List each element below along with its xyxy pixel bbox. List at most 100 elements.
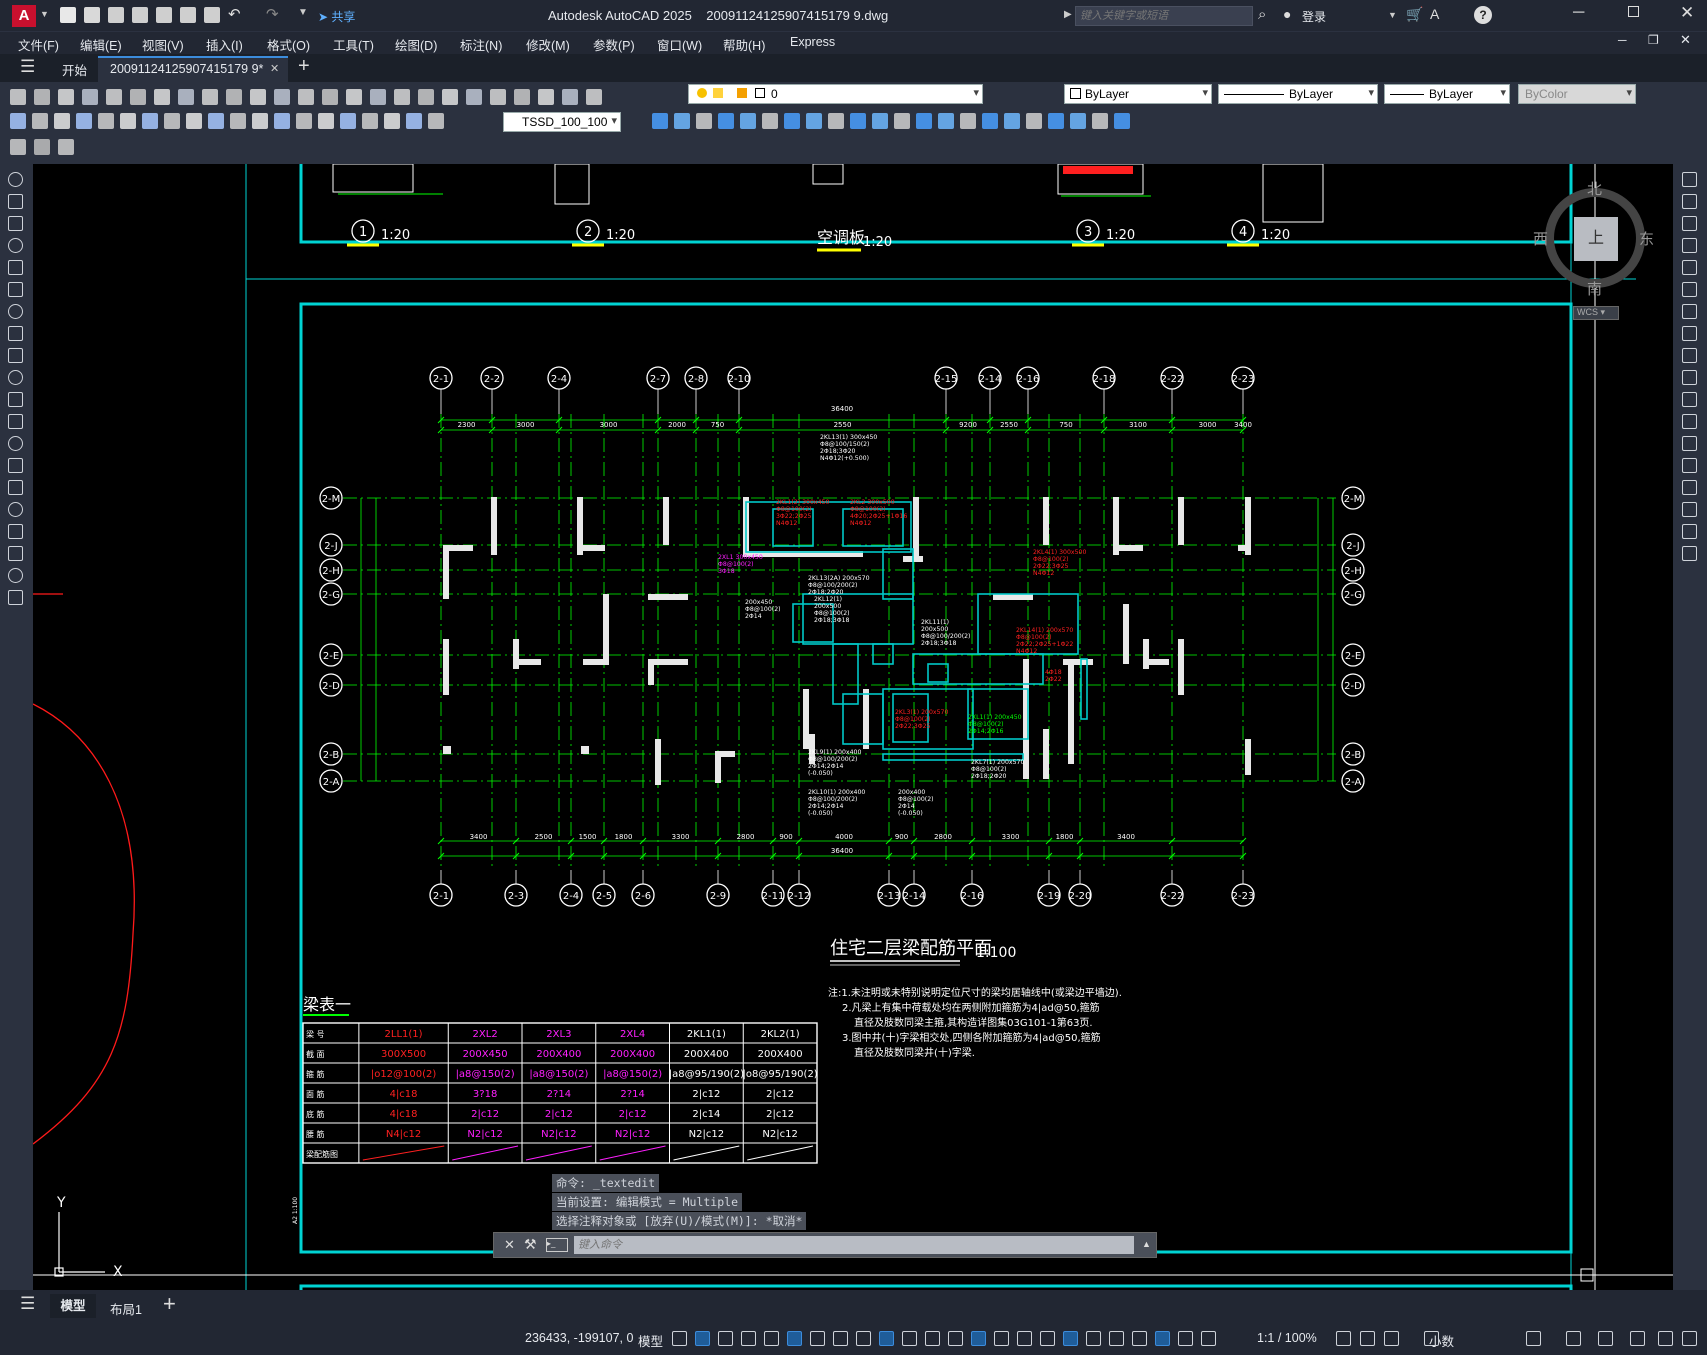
draw-tool-9-icon[interactable] [8, 370, 23, 385]
modify-tool-10-icon[interactable] [1682, 392, 1697, 407]
customize-qat-icon[interactable]: ▼ [298, 7, 308, 18]
hamburger-menu-icon[interactable]: ☰ [20, 1294, 35, 1314]
drawing-canvas[interactable]: 1 1:20 2 1:20 空调板 1:20 3 1:20 4 1:20 2KL1(2) 300x… [33, 164, 1673, 1290]
draw-tool-7-icon[interactable] [8, 326, 23, 341]
row3tb-tool-3-icon[interactable] [718, 113, 734, 129]
plotstyle-dropdown[interactable]: ByColor ▾ [1518, 84, 1636, 104]
minimize-icon[interactable]: ─ [1573, 4, 1584, 22]
doc-minimize-icon[interactable]: ─ [1618, 33, 1627, 47]
row2tb-tool-10-icon[interactable] [230, 113, 246, 129]
row2tb-tool-1-icon[interactable] [32, 113, 48, 129]
modify-tool-17-icon[interactable] [1682, 546, 1697, 561]
status-toggle-9-icon[interactable] [879, 1331, 894, 1346]
row2tb-tool-6-icon[interactable] [142, 113, 158, 129]
menu-insert[interactable]: 插入(I) [206, 35, 243, 54]
row3tb-tool-10-icon[interactable] [872, 113, 888, 129]
stdtb-tool-7-icon[interactable] [178, 89, 194, 105]
draw-tool-12-icon[interactable] [8, 436, 23, 451]
modify-tool-11-icon[interactable] [1682, 414, 1697, 429]
draw-tool-0-icon[interactable] [8, 172, 23, 187]
stdtb-tool-17-icon[interactable] [418, 89, 434, 105]
status-right-9-icon[interactable] [1682, 1331, 1697, 1346]
linetype-dropdown[interactable]: ByLayer ▾ [1218, 84, 1378, 104]
status-right-7-icon[interactable] [1630, 1331, 1645, 1346]
command-input[interactable] [574, 1236, 1134, 1254]
row2tb-tool-12-icon[interactable] [274, 113, 290, 129]
annotation-scale[interactable]: 1:1 / 100% [1257, 1331, 1317, 1345]
tab-model[interactable]: 模型 [50, 1294, 96, 1318]
status-toggle-4-icon[interactable] [764, 1331, 779, 1346]
draw-tool-11-icon[interactable] [8, 414, 23, 429]
status-right-6-icon[interactable] [1598, 1331, 1613, 1346]
status-toggle-2-icon[interactable] [718, 1331, 733, 1346]
draw-tool-8-icon[interactable] [8, 348, 23, 363]
stdtb-tool-14-icon[interactable] [346, 89, 362, 105]
doc-close-icon[interactable]: ✕ [1680, 32, 1691, 48]
tab-layout1[interactable]: 布局1 [110, 1299, 142, 1318]
modify-tool-9-icon[interactable] [1682, 370, 1697, 385]
row3tb-tool-17-icon[interactable] [1026, 113, 1042, 129]
row3tb-tool-19-icon[interactable] [1070, 113, 1086, 129]
viewcube-north[interactable]: 北 [1587, 178, 1602, 199]
draw-tool-17-icon[interactable] [8, 546, 23, 561]
row3tb-tool-2-icon[interactable] [696, 113, 712, 129]
status-toggle-21-icon[interactable] [1155, 1331, 1170, 1346]
model-space-toggle[interactable]: 模型 [638, 1331, 663, 1350]
row3tb-tool-4-icon[interactable] [740, 113, 756, 129]
stdtb-tool-12-icon[interactable] [298, 89, 314, 105]
dimstyle-dropdown[interactable]: TSSD_100_100 ▾ [503, 112, 621, 132]
stdtb-tool-19-icon[interactable] [466, 89, 482, 105]
stdtb-tool-15-icon[interactable] [370, 89, 386, 105]
stdtb-tool-9-icon[interactable] [226, 89, 242, 105]
chevron-down-icon[interactable]: ▼ [1388, 10, 1397, 20]
menu-dimension[interactable]: 标注(N) [460, 35, 502, 54]
status-toggle-20-icon[interactable] [1132, 1331, 1147, 1346]
cart-icon[interactable]: 🛒 [1406, 6, 1423, 23]
row3tb-tool-0-icon[interactable] [652, 113, 668, 129]
row4tb-tool-2-icon[interactable] [58, 139, 74, 155]
row3tb-tool-11-icon[interactable] [894, 113, 910, 129]
new-tab-icon[interactable]: + [298, 55, 310, 78]
command-history-toggle-icon[interactable]: ▲ [1142, 1239, 1151, 1249]
draw-tool-16-icon[interactable] [8, 524, 23, 539]
status-right-4-icon[interactable] [1526, 1331, 1541, 1346]
status-toggle-11-icon[interactable] [925, 1331, 940, 1346]
status-toggle-14-icon[interactable] [994, 1331, 1009, 1346]
draw-tool-2-icon[interactable] [8, 216, 23, 231]
viewcube-top-face[interactable]: 上 [1574, 217, 1618, 261]
tab-start[interactable]: 开始 [62, 60, 87, 79]
row4tb-tool-0-icon[interactable] [10, 139, 26, 155]
draw-tool-14-icon[interactable] [8, 480, 23, 495]
stdtb-tool-2-icon[interactable] [58, 89, 74, 105]
plot-icon[interactable] [180, 7, 196, 23]
command-prompt-icon[interactable]: ▸_ [546, 1238, 568, 1252]
status-toggle-12-icon[interactable] [948, 1331, 963, 1346]
stdtb-tool-23-icon[interactable] [562, 89, 578, 105]
status-right-0-icon[interactable] [1336, 1331, 1351, 1346]
row3tb-tool-8-icon[interactable] [828, 113, 844, 129]
row2tb-tool-9-icon[interactable] [208, 113, 224, 129]
stdtb-tool-5-icon[interactable] [130, 89, 146, 105]
menu-format[interactable]: 格式(O) [267, 35, 310, 54]
stdtb-tool-20-icon[interactable] [490, 89, 506, 105]
new-file-icon[interactable] [60, 7, 76, 23]
viewcube[interactable]: 上 北 南 西 东 WCS ▾ [1533, 176, 1657, 326]
row2tb-tool-13-icon[interactable] [296, 113, 312, 129]
modify-tool-5-icon[interactable] [1682, 282, 1697, 297]
status-toggle-16-icon[interactable] [1040, 1331, 1055, 1346]
row2tb-tool-5-icon[interactable] [120, 113, 136, 129]
row4tb-tool-1-icon[interactable] [34, 139, 50, 155]
draw-tool-10-icon[interactable] [8, 392, 23, 407]
row2tb-tool-14-icon[interactable] [318, 113, 334, 129]
status-toggle-8-icon[interactable] [856, 1331, 871, 1346]
status-right-8-icon[interactable] [1658, 1331, 1673, 1346]
draw-tool-18-icon[interactable] [8, 568, 23, 583]
publish-icon[interactable] [156, 7, 172, 23]
status-toggle-10-icon[interactable] [902, 1331, 917, 1346]
login-button[interactable]: 登录 [1302, 8, 1326, 25]
row3tb-tool-5-icon[interactable] [762, 113, 778, 129]
row3tb-tool-9-icon[interactable] [850, 113, 866, 129]
maximize-icon[interactable] [1628, 6, 1639, 17]
modify-tool-3-icon[interactable] [1682, 238, 1697, 253]
menu-tools[interactable]: 工具(T) [333, 35, 374, 54]
